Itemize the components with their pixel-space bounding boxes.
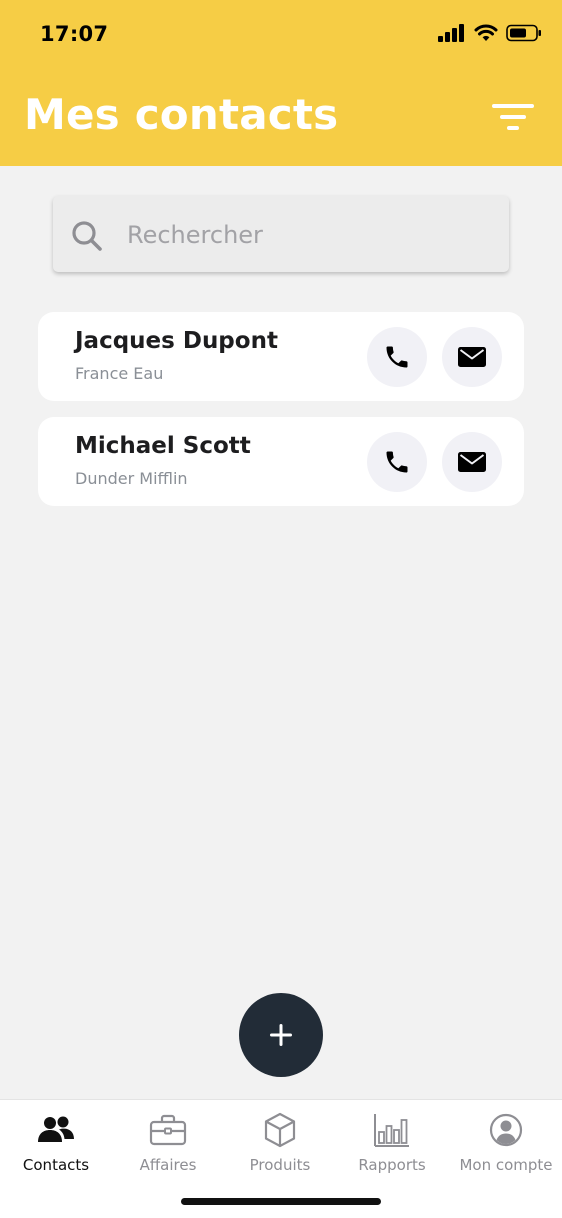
briefcase-icon — [149, 1114, 187, 1146]
battery-icon — [506, 24, 541, 42]
search-input[interactable] — [125, 214, 489, 256]
status-time: 17:07 — [40, 22, 109, 46]
nav-label: Mon compte — [459, 1156, 553, 1174]
filter-lines-icon — [492, 104, 534, 130]
email-button[interactable] — [442, 432, 502, 492]
contact-list: Jacques Dupont France Eau Michael Scott … — [38, 312, 524, 522]
contacts-icon — [38, 1116, 74, 1142]
email-button[interactable] — [442, 327, 502, 387]
plus-icon — [270, 1024, 292, 1046]
nav-item-rapports[interactable]: Rapports — [336, 1110, 448, 1180]
search-icon — [72, 221, 102, 251]
nav-item-contacts[interactable]: Contacts — [0, 1110, 112, 1180]
filter-button[interactable] — [490, 100, 536, 136]
nav-item-mon-compte[interactable]: Mon compte — [450, 1110, 562, 1180]
bar-chart-icon — [374, 1114, 409, 1147]
contact-name: Jacques Dupont — [75, 328, 278, 354]
account-icon — [489, 1113, 523, 1147]
nav-label: Produits — [249, 1156, 311, 1174]
page-title: Mes contacts — [24, 90, 339, 139]
add-contact-button[interactable] — [239, 993, 323, 1077]
status-icons — [438, 24, 542, 42]
search-bar[interactable] — [53, 196, 509, 272]
wifi-icon — [474, 24, 498, 41]
envelope-icon — [458, 347, 486, 367]
contact-company: Dunder Mifflin — [75, 469, 188, 488]
call-button[interactable] — [367, 327, 427, 387]
contact-company: France Eau — [75, 364, 164, 383]
contact-card[interactable]: Jacques Dupont France Eau — [38, 312, 524, 401]
contact-card[interactable]: Michael Scott Dunder Mifflin — [38, 417, 524, 506]
phone-icon — [386, 346, 408, 368]
contact-name: Michael Scott — [75, 433, 251, 459]
call-button[interactable] — [367, 432, 427, 492]
box-icon — [264, 1112, 296, 1148]
phone-icon — [386, 451, 408, 473]
signal-icon — [438, 24, 464, 42]
nav-label: Affaires — [139, 1156, 197, 1174]
home-indicator — [181, 1198, 381, 1205]
nav-label: Rapports — [358, 1156, 426, 1174]
envelope-icon — [458, 452, 486, 472]
app-header: 17:07 Mes contacts — [0, 0, 562, 166]
nav-item-affaires[interactable]: Affaires — [112, 1110, 224, 1180]
nav-label: Contacts — [22, 1156, 90, 1174]
nav-item-produits[interactable]: Produits — [224, 1110, 336, 1180]
